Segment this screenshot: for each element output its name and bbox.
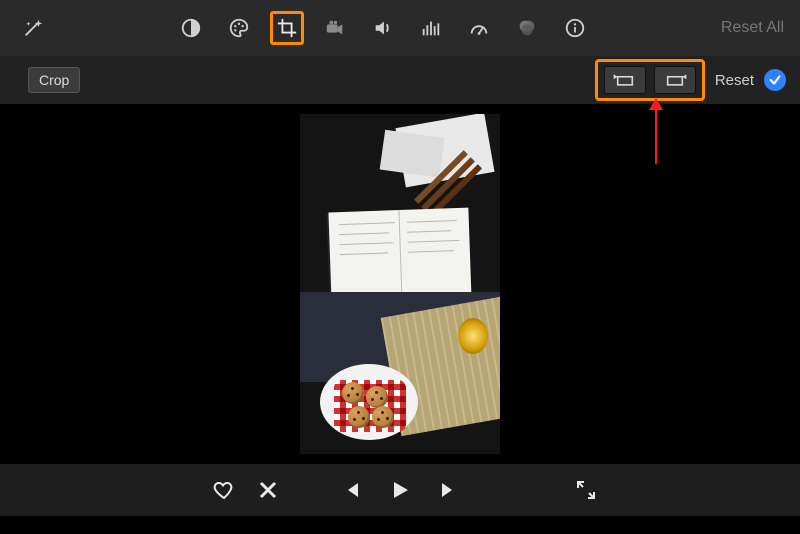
tool-icons-group [174,11,592,45]
bottom-strip [0,516,800,534]
rotate-clockwise-button[interactable] [654,66,696,94]
rotate-buttons-group [595,59,705,101]
transport-bar [0,464,800,516]
scene-illustration [300,114,500,454]
rotate-counterclockwise-button[interactable] [604,66,646,94]
color-palette-icon[interactable] [222,11,256,45]
favorite-button[interactable] [210,476,238,504]
speedometer-icon[interactable] [462,11,496,45]
adjustments-toolbar: Reset All [0,0,800,56]
reset-all-button[interactable]: Reset All [721,19,784,37]
video-camera-icon[interactable] [318,11,352,45]
media-frame[interactable] [300,114,500,454]
crop-icon[interactable] [270,11,304,45]
play-button[interactable] [386,476,414,504]
annotation-arrow [655,108,657,164]
color-balance-icon[interactable] [174,11,208,45]
next-button[interactable] [436,476,464,504]
reset-crop-button[interactable]: Reset [715,72,754,89]
color-filters-icon[interactable] [510,11,544,45]
previous-button[interactable] [336,476,364,504]
volume-icon[interactable] [366,11,400,45]
apply-check-button[interactable] [764,69,786,91]
crop-sub-toolbar: Crop Reset [0,56,800,104]
crop-mode-badge[interactable]: Crop [28,67,80,93]
auto-enhance-icon[interactable] [16,11,50,45]
preview-viewer [0,104,800,464]
info-icon[interactable] [558,11,592,45]
audio-equalizer-icon[interactable] [414,11,448,45]
reject-button[interactable] [254,476,282,504]
fullscreen-button[interactable] [572,476,600,504]
